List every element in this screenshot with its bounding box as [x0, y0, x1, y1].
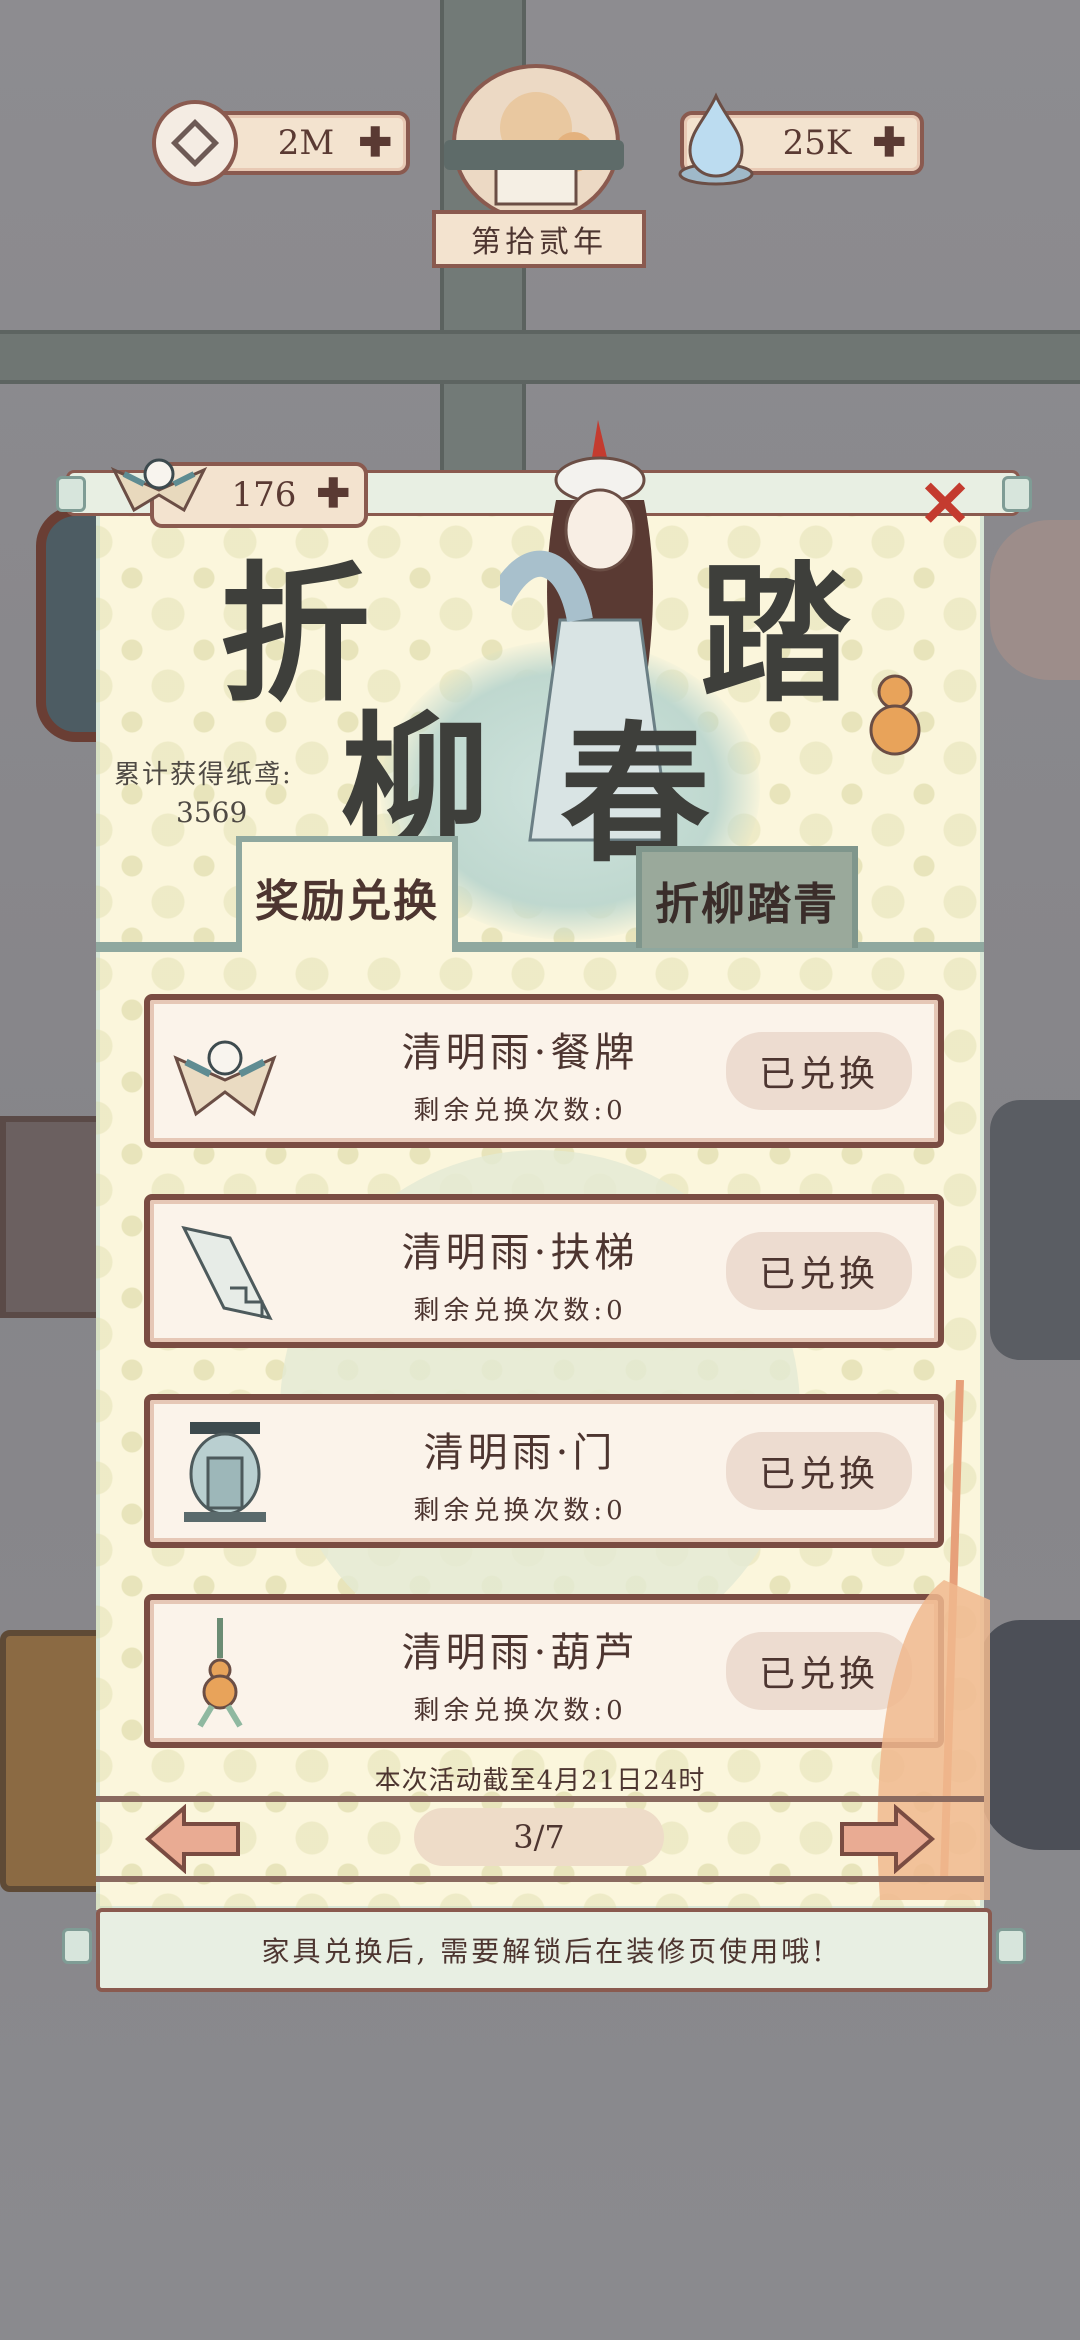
redeemed-button[interactable]: 已兑换: [726, 1032, 912, 1110]
prev-page-button[interactable]: [144, 1803, 244, 1875]
gourd-icon: [170, 1618, 280, 1728]
redeemed-button[interactable]: 已兑换: [726, 1232, 912, 1310]
arrow-right-icon: [840, 1803, 936, 1875]
reward-name: 清明雨·扶梯: [401, 1230, 639, 1276]
reward-remaining: 剩余兑换次数:0: [413, 1496, 627, 1526]
close-icon: ✕: [918, 467, 972, 542]
kite-icon: [170, 1018, 280, 1128]
background-rock: [980, 1620, 1080, 1850]
reward-remaining: 剩余兑换次数:0: [413, 1696, 627, 1726]
furniture-tip-text: 家具兑换后, 需要解锁后在装修页使用哦!: [261, 1935, 827, 1968]
background-fan: [990, 520, 1080, 680]
background-beam: [0, 330, 1080, 384]
reward-row: 清明雨·扶梯 剩余兑换次数:0 已兑换: [144, 1194, 944, 1348]
coin-icon: [152, 100, 238, 186]
tab-reward-exchange-label: 奖励兑换: [255, 876, 439, 927]
scroll-knob-right: [1002, 476, 1032, 512]
reward-name: 清明雨·葫芦: [401, 1630, 639, 1676]
reward-row: 清明雨·门 剩余兑换次数:0 已兑换: [144, 1394, 944, 1548]
furniture-tip: 家具兑换后, 需要解锁后在装修页使用哦!: [96, 1908, 992, 1992]
total-kites-label: 累计获得纸鸢:: [114, 760, 293, 790]
kite-amount: 176: [231, 475, 297, 515]
total-kites-value: 3569: [176, 796, 248, 829]
door-icon: [170, 1418, 280, 1528]
reward-remaining: 剩余兑换次数:0: [413, 1296, 627, 1326]
reward-remaining: 剩余兑换次数:0: [413, 1096, 627, 1126]
title-char-1: 折: [220, 547, 371, 723]
reward-row: 清明雨·餐牌 剩余兑换次数:0 已兑换: [144, 994, 944, 1148]
event-deadline: 本次活动截至4月21日24时: [374, 1766, 706, 1796]
kite-icon: [104, 440, 214, 530]
tab-spring-outing-label: 折柳踏青: [655, 879, 839, 930]
coin-amount: 2M: [277, 123, 335, 163]
reward-name: 清明雨·门: [423, 1430, 617, 1476]
add-kite-icon[interactable]: ✚: [316, 474, 350, 514]
reward-name: 清明雨·餐牌: [401, 1030, 639, 1076]
page-indicator: 3/7: [414, 1808, 664, 1866]
add-coins-icon[interactable]: ✚: [358, 123, 392, 163]
close-button[interactable]: ✕: [910, 470, 980, 540]
year-label: 第拾贰年: [432, 210, 646, 268]
pavilion-roof: [444, 140, 624, 170]
divider: [96, 1876, 984, 1882]
tab-spring-outing[interactable]: 折柳踏青: [636, 846, 858, 948]
gourd-decoration: [860, 660, 930, 770]
water-drop-icon: [676, 88, 756, 188]
add-water-icon[interactable]: ✚: [872, 123, 906, 163]
title-char-3: 踏: [700, 547, 851, 723]
arrow-left-icon: [144, 1803, 240, 1875]
tab-reward-exchange[interactable]: 奖励兑换: [236, 836, 458, 952]
scroll-knob-left: [56, 476, 86, 512]
background-screen: [990, 1100, 1080, 1360]
water-amount: 25K: [782, 123, 852, 163]
ladder-icon: [170, 1218, 280, 1328]
scroll-knob-right: [996, 1928, 1026, 1964]
scroll-knob-left: [62, 1928, 92, 1964]
divider: [96, 1796, 984, 1802]
reward-row: 清明雨·葫芦 剩余兑换次数:0 已兑换: [144, 1594, 944, 1748]
next-page-button[interactable]: [836, 1803, 936, 1875]
